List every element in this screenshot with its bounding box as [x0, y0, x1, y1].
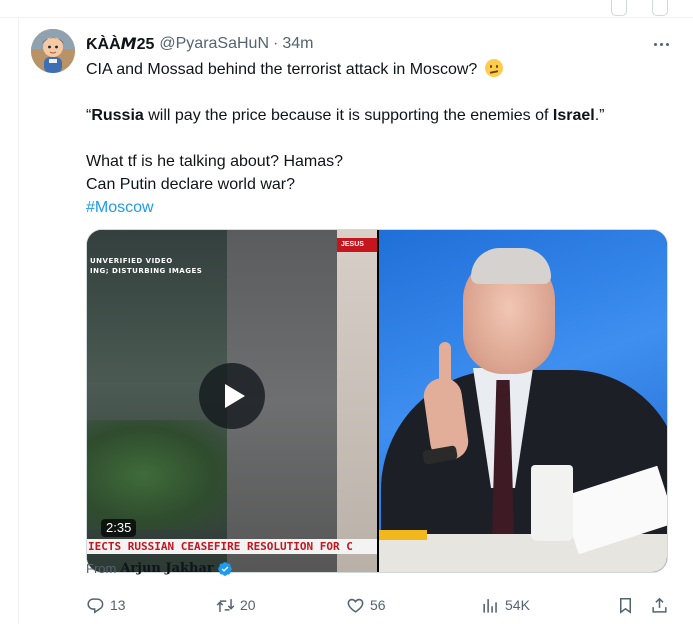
tweet-header: ƘÀÀ𝙈25 @PyaraSaHuN · 34m	[86, 33, 313, 55]
more-icon	[653, 42, 657, 46]
tweet-line: Can Putin declare world war?	[86, 176, 295, 193]
media-grid: UNVERIFIED VIDEO ING; DISTURBING IMAGES …	[86, 229, 668, 573]
tweet-line: What tf is he talking about? Hamas?	[86, 153, 344, 170]
video-chyron: IECTS RUSSIAN CEASEFIRE RESOLUTION FOR C	[87, 539, 377, 554]
reply-count: 13	[110, 596, 126, 613]
repost-count: 20	[240, 596, 256, 613]
reply-icon	[87, 597, 104, 614]
views-chart-icon	[483, 598, 497, 613]
video-duration-badge: 2:35	[101, 519, 137, 537]
previous-tweet-edge	[0, 0, 693, 18]
like-button[interactable]: 56	[346, 592, 386, 618]
bold-russia: Russia	[91, 107, 144, 124]
video-corner-tag: JESUS	[337, 238, 377, 252]
tweet-line: CIA and Mossad behind the terrorist atta…	[86, 58, 676, 81]
bold-israel: Israel	[552, 107, 595, 124]
previous-tweet-action-stub	[652, 0, 668, 16]
play-icon	[224, 384, 245, 408]
tweet-text: CIA and Mossad behind the terrorist atta…	[86, 58, 676, 219]
separator-dot: ·	[273, 35, 279, 52]
avatar[interactable]	[31, 29, 75, 73]
heart-icon	[347, 598, 364, 613]
views-button[interactable]: 54K	[481, 592, 530, 618]
reply-button[interactable]: 13	[86, 592, 126, 618]
photo-thumbnail[interactable]	[379, 230, 667, 572]
thinking-face-emoji-icon	[484, 59, 503, 77]
media-attribution: From Arjun Jakhar	[86, 560, 233, 578]
repost-icon	[216, 598, 235, 612]
share-icon	[652, 597, 667, 613]
hashtag-link[interactable]: #Moscow	[86, 199, 154, 216]
share-button[interactable]	[650, 592, 674, 618]
tweet-actions: 13 20 56 54K	[86, 592, 686, 618]
more-options-button[interactable]	[649, 32, 673, 56]
tweet[interactable]: ƘÀÀ𝙈25 @PyaraSaHuN · 34m CIA and Mossad …	[18, 18, 693, 624]
like-count: 56	[370, 596, 386, 613]
bookmark-icon	[619, 597, 632, 614]
display-name[interactable]: ƘÀÀ𝙈25	[86, 34, 154, 54]
user-handle[interactable]: @PyaraSaHuN	[159, 35, 269, 53]
views-count: 54K	[505, 596, 530, 613]
attribution-prefix: From	[86, 561, 117, 576]
tweet-quote-line: “Russia will pay the price because it is…	[86, 107, 605, 124]
play-button[interactable]	[199, 363, 265, 429]
bookmark-button[interactable]	[616, 592, 640, 618]
verified-badge-icon	[217, 562, 232, 576]
repost-button[interactable]: 20	[216, 592, 256, 618]
previous-tweet-action-stub	[611, 0, 627, 16]
timestamp[interactable]: 34m	[282, 35, 313, 53]
video-overlay-text: UNVERIFIED VIDEO ING; DISTURBING IMAGES	[90, 257, 203, 275]
attribution-name[interactable]: Arjun Jakhar	[120, 560, 213, 578]
avatar-image	[31, 29, 75, 73]
video-thumbnail[interactable]: UNVERIFIED VIDEO ING; DISTURBING IMAGES …	[87, 230, 377, 572]
